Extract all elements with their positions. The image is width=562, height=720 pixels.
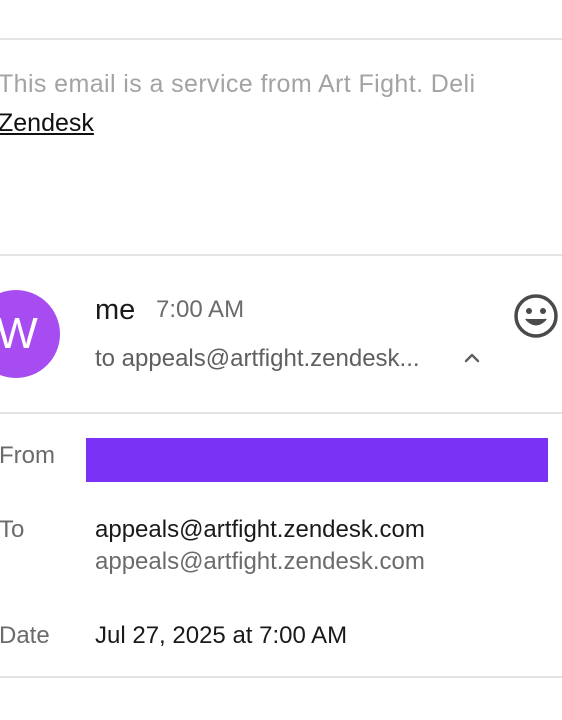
date-label: Date xyxy=(0,622,50,649)
sent-time: 7:00 AM xyxy=(156,296,245,323)
email-footer-text: This email is a service from Art Fight. … xyxy=(0,70,476,98)
divider xyxy=(0,676,562,678)
chevron-up-icon xyxy=(464,353,480,363)
divider xyxy=(0,38,562,40)
avatar-letter: W xyxy=(0,309,38,358)
recipient-summary[interactable]: to appeals@artfight.zendesk... xyxy=(95,343,420,375)
to-address-secondary: appeals@artfight.zendesk.com xyxy=(95,548,425,575)
email-thread-view: This email is a service from Art Fight. … xyxy=(0,0,562,720)
avatar[interactable]: W xyxy=(0,290,60,378)
to-label: To xyxy=(0,516,25,543)
divider xyxy=(0,254,562,256)
sender-name: me xyxy=(95,294,136,326)
zendesk-link[interactable]: Zendesk xyxy=(0,107,94,139)
collapse-details-button[interactable] xyxy=(458,344,486,372)
add-reaction-button[interactable] xyxy=(512,292,560,340)
smiley-face-icon xyxy=(514,294,558,338)
to-address[interactable]: appeals@artfight.zendesk.com xyxy=(95,514,425,546)
from-label: From xyxy=(0,442,55,469)
from-value-redacted xyxy=(86,438,548,482)
divider xyxy=(0,412,562,414)
date-value: Jul 27, 2025 at 7:00 AM xyxy=(95,622,348,649)
